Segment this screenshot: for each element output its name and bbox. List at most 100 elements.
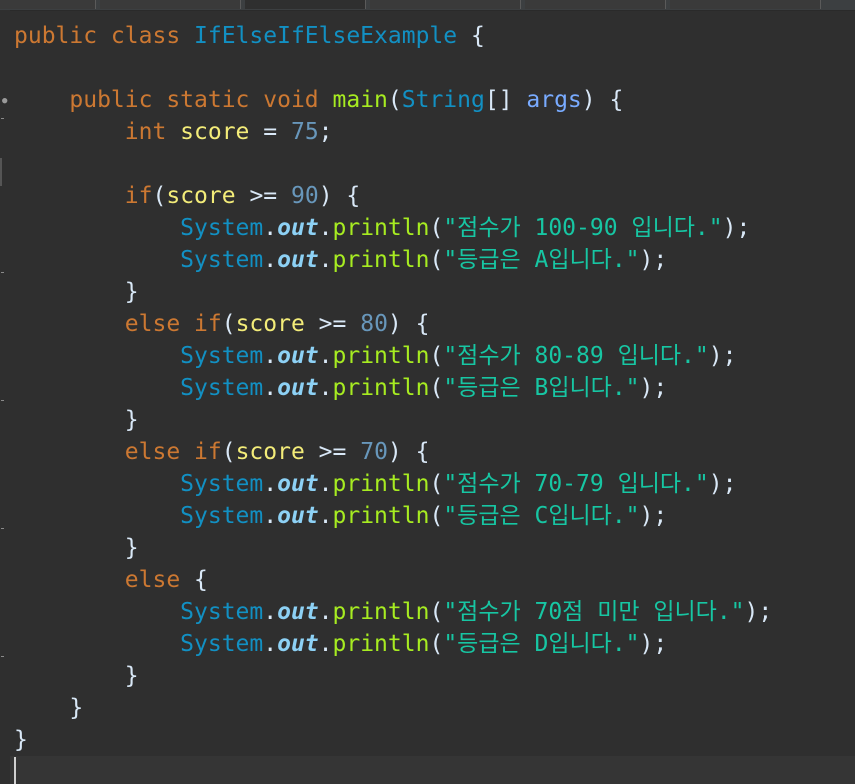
code-token: } xyxy=(14,727,28,753)
code-token: main xyxy=(332,87,388,113)
code-token: ); xyxy=(639,375,668,401)
code-token: . xyxy=(263,247,278,273)
code-line[interactable]: System.out.println("점수가 80-89 입니다."); xyxy=(14,340,855,372)
gutter-tick xyxy=(1,656,4,657)
code-token: ); xyxy=(744,599,773,625)
code-token: ( xyxy=(387,87,402,113)
code-token: ); xyxy=(722,215,751,241)
code-token: 90 xyxy=(290,183,319,209)
code-line[interactable]: else if(score >= 80) { xyxy=(14,308,855,340)
code-line[interactable]: if(score >= 90) { xyxy=(14,180,855,212)
code-token: >= xyxy=(235,183,291,209)
editor-tab[interactable] xyxy=(525,0,666,9)
code-token: . xyxy=(263,503,278,529)
code-line[interactable]: else if(score >= 70) { xyxy=(14,436,855,468)
code-token: System xyxy=(14,599,264,625)
code-token: else if xyxy=(14,439,222,465)
code-line[interactable]: System.out.println("등급은 B입니다."); xyxy=(14,372,855,404)
code-line[interactable]: System.out.println("점수가 70점 미만 입니다."); xyxy=(14,596,855,628)
code-token: out xyxy=(277,375,319,401)
code-token: ) { xyxy=(387,439,430,465)
code-token: System xyxy=(14,471,264,497)
code-token: } xyxy=(14,535,139,561)
code-token: if xyxy=(14,183,153,209)
code-token: = xyxy=(249,119,291,145)
code-line[interactable]: System.out.println("점수가 70-79 입니다."); xyxy=(14,468,855,500)
code-token: ( xyxy=(429,471,444,497)
code-token: } xyxy=(14,279,139,305)
code-token: ); xyxy=(639,503,668,529)
code-token: . xyxy=(318,599,333,625)
code-token: System xyxy=(14,631,264,657)
code-token: else xyxy=(14,567,181,593)
code-token: . xyxy=(318,631,333,657)
code-token: . xyxy=(318,503,333,529)
code-token: . xyxy=(318,375,333,401)
code-token: ); xyxy=(708,343,737,369)
code-token: score xyxy=(235,311,305,337)
code-line[interactable]: public static void main(String[] args) { xyxy=(14,84,855,116)
code-token: public static void xyxy=(14,87,333,113)
code-token: ) { xyxy=(387,311,430,337)
code-token: println xyxy=(332,375,430,401)
editor-gutter: ● xyxy=(0,10,10,784)
code-token: . xyxy=(318,471,333,497)
code-token: out xyxy=(277,631,319,657)
editor-tab[interactable] xyxy=(670,0,821,9)
code-token: } xyxy=(14,695,84,721)
code-line[interactable]: } xyxy=(14,532,855,564)
code-token: . xyxy=(318,215,333,241)
code-token: "등급은 B입니다." xyxy=(443,375,640,401)
code-token: System xyxy=(14,215,264,241)
code-line[interactable]: System.out.println("등급은 D입니다."); xyxy=(14,628,855,660)
code-token: ( xyxy=(429,247,444,273)
code-line[interactable]: System.out.println("등급은 C입니다."); xyxy=(14,500,855,532)
code-token: . xyxy=(263,375,278,401)
code-token: { xyxy=(457,23,485,49)
gutter-tick xyxy=(1,400,4,401)
editor-tab-active[interactable] xyxy=(245,0,366,9)
code-token: out xyxy=(277,599,319,625)
code-token: . xyxy=(263,343,278,369)
code-token: int xyxy=(14,119,181,145)
code-line[interactable]: System.out.println("점수가 100-90 입니다."); xyxy=(14,212,855,244)
code-token: args xyxy=(526,87,582,113)
code-line[interactable]: else { xyxy=(14,564,855,596)
editor-tab[interactable] xyxy=(100,0,241,9)
editor-tab[interactable] xyxy=(370,0,521,9)
code-token: ); xyxy=(639,631,668,657)
code-token: ( xyxy=(221,311,236,337)
code-token: public class xyxy=(14,23,195,49)
code-line[interactable]: int score = 75; xyxy=(14,116,855,148)
code-line[interactable]: } xyxy=(14,660,855,692)
code-token: println xyxy=(332,631,430,657)
code-token: . xyxy=(263,631,278,657)
code-token: out xyxy=(277,471,319,497)
code-token: 80 xyxy=(360,311,388,337)
code-token: "등급은 A입니다." xyxy=(443,247,640,273)
code-line[interactable]: } xyxy=(14,724,855,756)
code-token: . xyxy=(318,247,333,273)
code-line[interactable] xyxy=(14,148,855,180)
code-line[interactable]: System.out.println("등급은 A입니다."); xyxy=(14,244,855,276)
code-token: . xyxy=(318,343,333,369)
code-token: println xyxy=(332,471,430,497)
code-token: out xyxy=(277,215,319,241)
code-token: System xyxy=(14,343,264,369)
code-line[interactable]: } xyxy=(14,404,855,436)
editor-tab[interactable] xyxy=(0,0,96,9)
code-line[interactable]: public class IfElseIfElseExample { xyxy=(14,20,855,52)
fold-collapse-icon[interactable]: ● xyxy=(2,96,7,106)
code-token: >= xyxy=(304,311,361,337)
code-token: System xyxy=(14,375,264,401)
gutter-tick xyxy=(1,118,4,119)
code-token: ) { xyxy=(318,183,361,209)
code-editor[interactable]: public class IfElseIfElseExample { publi… xyxy=(14,20,855,756)
code-line[interactable]: } xyxy=(14,692,855,724)
code-line[interactable]: } xyxy=(14,276,855,308)
code-line[interactable] xyxy=(14,52,855,84)
code-token: ( xyxy=(429,631,444,657)
code-token: ( xyxy=(429,599,444,625)
overview-marker xyxy=(0,158,2,186)
code-token: { xyxy=(180,567,208,593)
